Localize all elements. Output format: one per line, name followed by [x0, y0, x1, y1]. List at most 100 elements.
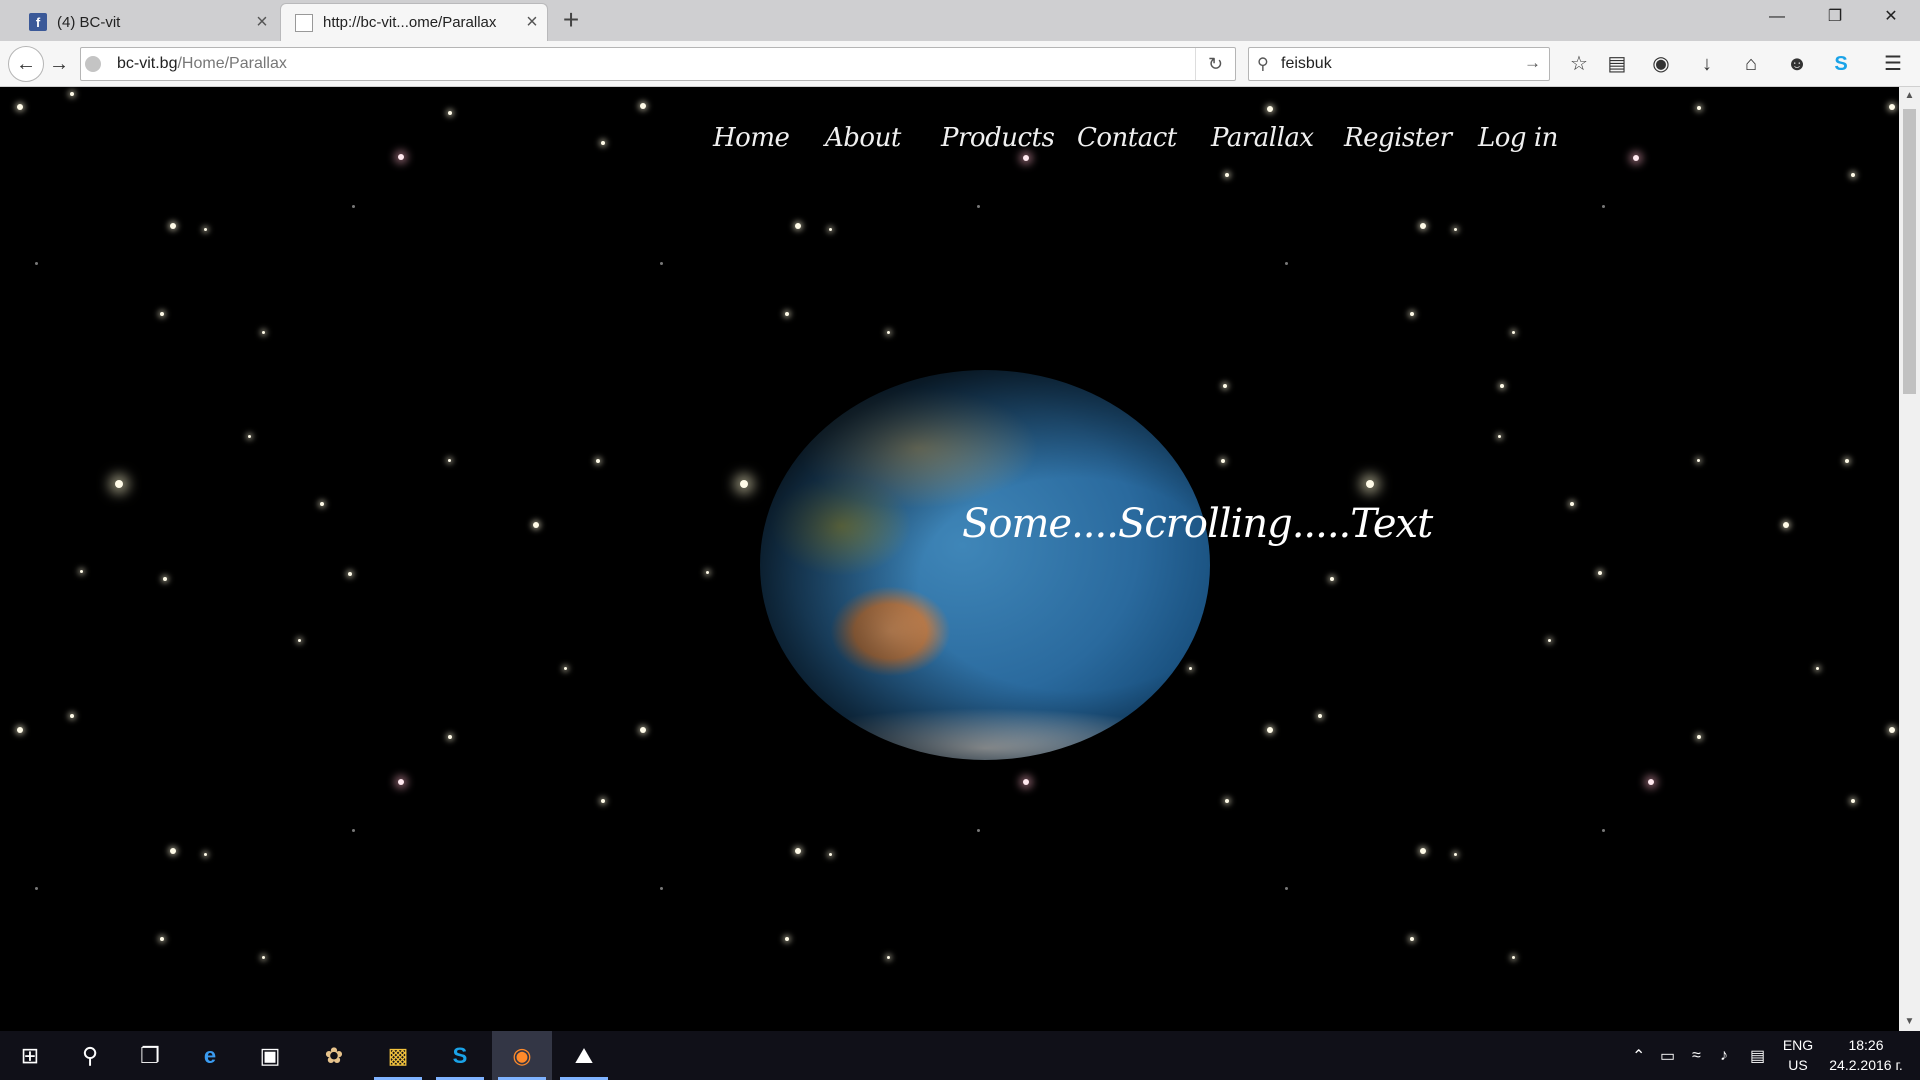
minimize-button[interactable]: —	[1748, 0, 1806, 34]
facebook-icon: f	[29, 13, 47, 31]
store-icon[interactable]: ▣	[240, 1031, 300, 1080]
restore-button[interactable]: ❐	[1806, 0, 1864, 34]
star-dot	[204, 228, 207, 231]
star-dot	[160, 312, 164, 316]
wifi-icon[interactable]: ≈	[1692, 1031, 1701, 1080]
search-go-icon[interactable]: →	[1524, 53, 1541, 73]
task-view-icon[interactable]: ❐	[120, 1031, 180, 1080]
star-dot	[1498, 435, 1501, 438]
star-dot	[1420, 223, 1426, 229]
notifications-icon[interactable]: ▤	[1750, 1031, 1765, 1080]
forward-button[interactable]: →	[44, 49, 74, 79]
volume-icon[interactable]: ♪	[1720, 1031, 1728, 1080]
skype-icon[interactable]: S	[1826, 49, 1856, 79]
star-dot	[1267, 106, 1273, 112]
star-dot	[564, 667, 567, 670]
url-text[interactable]: bc-vit.bg/Home/Parallax	[117, 55, 287, 73]
close-window-button[interactable]: ✕	[1862, 0, 1920, 34]
star-dot	[1500, 384, 1504, 388]
star-dot	[640, 103, 646, 109]
star-dot	[1410, 937, 1414, 941]
star-dot	[785, 312, 789, 316]
star-dot	[1697, 459, 1700, 462]
star-dot	[1889, 104, 1895, 110]
star-dot	[1598, 571, 1602, 575]
star-dot	[706, 571, 709, 574]
star-dot	[1454, 853, 1457, 856]
tab-parallax[interactable]: http://bc-vit...ome/Parallax ×	[280, 3, 548, 41]
nav-about[interactable]: About	[825, 123, 901, 153]
search-value[interactable]: feisbuk	[1281, 55, 1332, 73]
file-explorer-icon[interactable]: ▩	[368, 1031, 428, 1080]
reading-list-icon[interactable]: ▤	[1602, 49, 1632, 79]
star-dot	[262, 331, 265, 334]
star-dot	[977, 829, 980, 832]
star-dot	[601, 799, 605, 803]
clock-time: 18:26	[1848, 1037, 1884, 1053]
star-dot	[170, 848, 176, 854]
star-dot	[1697, 106, 1701, 110]
clock[interactable]: 18:26 24.2.2016 г.	[1826, 1035, 1906, 1075]
star-dot	[80, 570, 83, 573]
close-tab-icon[interactable]: ×	[247, 11, 277, 34]
language-indicator[interactable]: ENG US	[1780, 1035, 1816, 1075]
region-code: US	[1788, 1057, 1808, 1073]
page-scrollbar[interactable]: ▲ ▼	[1899, 87, 1920, 1031]
firefox-taskbar-icon[interactable]: ◉	[492, 1031, 552, 1080]
star-dot	[1267, 727, 1273, 733]
site-nav: Home About Products Contact Parallax Reg…	[0, 123, 1899, 163]
nav-home[interactable]: Home	[713, 123, 790, 153]
star-dot	[533, 522, 539, 528]
pocket-icon[interactable]: ◉	[1646, 49, 1676, 79]
star-dot	[448, 459, 451, 462]
nav-parallax[interactable]: Parallax	[1211, 123, 1314, 153]
nav-register[interactable]: Register	[1344, 123, 1452, 153]
star-dot	[398, 779, 404, 785]
site-identity-icon[interactable]	[85, 56, 101, 72]
star-dot	[348, 572, 352, 576]
star-dot	[640, 727, 646, 733]
battery-icon[interactable]: ▭	[1660, 1031, 1675, 1080]
scroll-up-icon[interactable]: ▲	[1899, 87, 1920, 105]
star-dot	[17, 104, 23, 110]
star-dot	[740, 480, 748, 488]
tab-facebook[interactable]: f (4) BC-vit ×	[15, 3, 277, 41]
home-icon[interactable]: ⌂	[1736, 49, 1766, 79]
search-icon: ⚲	[1257, 56, 1269, 73]
star-dot	[887, 331, 890, 334]
star-dot	[1318, 714, 1322, 718]
chat-icon[interactable]: ☻	[1782, 49, 1812, 79]
show-hidden-icons-icon[interactable]: ⌃	[1632, 1031, 1645, 1080]
star-dot	[977, 205, 980, 208]
scroll-thumb[interactable]	[1903, 109, 1916, 394]
reload-icon[interactable]: ↻	[1195, 48, 1235, 80]
skype-taskbar-icon[interactable]: S	[430, 1031, 490, 1080]
star-dot	[785, 937, 789, 941]
star-dot	[1023, 779, 1029, 785]
star-dot	[1330, 577, 1334, 581]
edge-icon[interactable]: e	[180, 1031, 240, 1080]
scrolling-text: Some....Scrolling.....Text	[962, 501, 1433, 547]
paint-icon[interactable]: ✿	[304, 1031, 364, 1080]
search-icon[interactable]: ⚲	[60, 1031, 120, 1080]
nav-contact[interactable]: Contact	[1077, 123, 1177, 153]
download-icon[interactable]: ↓	[1692, 49, 1722, 79]
bookmark-star-icon[interactable]: ☆	[1564, 49, 1594, 79]
back-button[interactable]: ←	[8, 46, 44, 82]
scroll-down-icon[interactable]: ▼	[1899, 1013, 1920, 1031]
star-dot	[1570, 502, 1574, 506]
star-dot	[795, 848, 801, 854]
nav-login[interactable]: Log in	[1478, 123, 1558, 153]
address-bar[interactable]: bc-vit.bg/Home/Parallax ↻	[80, 47, 1236, 81]
star-dot	[1285, 262, 1288, 265]
photos-taskbar-icon[interactable]: ⛰	[554, 1031, 614, 1080]
star-dot	[262, 956, 265, 959]
windows-start-icon[interactable]: ⊞	[0, 1031, 60, 1080]
new-tab-button[interactable]: +	[556, 6, 586, 36]
nav-products[interactable]: Products	[941, 123, 1055, 153]
close-tab-icon[interactable]: ×	[517, 11, 547, 34]
tab-strip: f (4) BC-vit × http://bc-vit...ome/Paral…	[0, 0, 1920, 41]
menu-icon[interactable]: ☰	[1878, 49, 1908, 79]
search-input[interactable]: ⚲ feisbuk →	[1248, 47, 1550, 81]
star-dot	[1602, 205, 1605, 208]
